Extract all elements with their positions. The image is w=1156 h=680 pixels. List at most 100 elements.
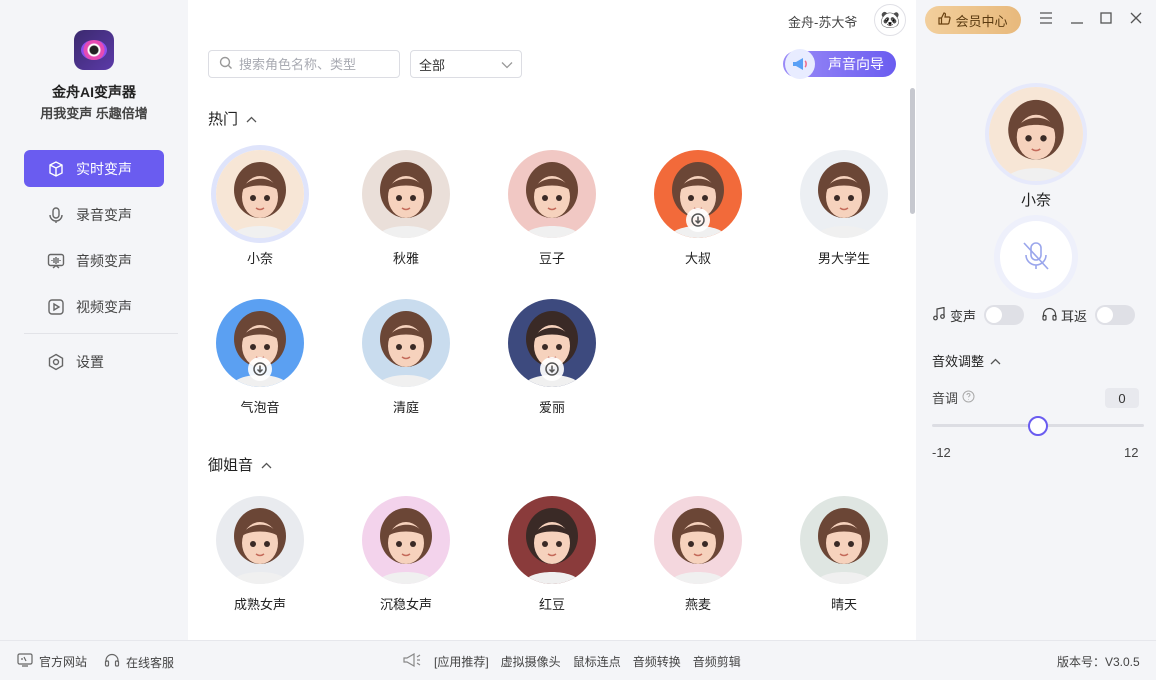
sidebar-item-record[interactable]: 录音变声 <box>24 196 164 233</box>
voice-avatar <box>508 150 596 238</box>
chevron-up-icon <box>261 456 272 473</box>
section-title: 御姐音 <box>208 457 254 474</box>
headset-icon <box>104 653 120 671</box>
scrollbar[interactable] <box>910 88 915 214</box>
voice-card[interactable]: 秋雅 <box>346 150 466 267</box>
voice-avatar <box>508 299 596 387</box>
voice-avatar <box>362 299 450 387</box>
voice-card[interactable]: 成熟女声 <box>200 496 320 613</box>
sidebar-divider <box>24 333 178 334</box>
voice-name: 清庭 <box>392 400 419 415</box>
sidebar: 金舟AI变声器 用我变声 乐趣倍增 实时变声 录音变声 音频变声 视频变声 设置 <box>0 0 188 640</box>
voice-avatar <box>216 299 304 387</box>
voice-card[interactable]: 沉稳女声 <box>346 496 466 613</box>
voice-card[interactable]: 大叔 <box>638 150 758 267</box>
sidebar-item-audio[interactable]: 音频变声 <box>24 242 164 279</box>
voice-name: 小奈 <box>246 251 273 266</box>
category-select[interactable]: 全部 <box>410 50 522 78</box>
voice-change-switch[interactable] <box>984 305 1025 325</box>
voice-name: 沉稳女声 <box>379 597 432 612</box>
voice-card[interactable]: 红豆 <box>492 496 612 613</box>
voice-name: 气泡音 <box>240 400 280 415</box>
voice-card[interactable]: 豆子 <box>492 150 612 267</box>
voice-guide-button[interactable]: 声音向导 <box>783 49 896 79</box>
voice-card[interactable]: 爱丽 <box>492 299 612 416</box>
voice-name: 燕麦 <box>684 597 711 612</box>
sidebar-item-video[interactable]: 视频变声 <box>24 288 164 325</box>
download-icon[interactable] <box>540 357 564 381</box>
panda-icon: 🐼 <box>880 12 900 29</box>
voice-avatar <box>216 150 304 238</box>
recommend-audio-converter[interactable]: 音频转换 <box>633 653 681 670</box>
music-note-icon <box>932 306 946 324</box>
voice-name: 男大学生 <box>817 251 870 266</box>
voice-name: 晴天 <box>830 597 857 612</box>
help-icon[interactable] <box>962 390 975 406</box>
voice-card[interactable]: 气泡音 <box>200 299 320 416</box>
current-voice-avatar <box>989 87 1083 181</box>
voice-card[interactable]: 燕麦 <box>638 496 758 613</box>
maximize-button[interactable] <box>1097 10 1115 28</box>
search-box[interactable] <box>208 50 400 78</box>
voice-name: 红豆 <box>538 597 565 612</box>
voice-card[interactable]: 男大学生 <box>784 150 904 267</box>
voice-name: 秋雅 <box>392 251 419 266</box>
headphones-icon <box>1042 307 1057 324</box>
voice-card[interactable]: 晴天 <box>784 496 904 613</box>
voice-avatar <box>654 496 742 584</box>
menu-button[interactable] <box>1037 10 1055 28</box>
recommend-audio-editor[interactable]: 音频剪辑 <box>693 653 741 670</box>
voice-avatar <box>508 496 596 584</box>
microphone-icon <box>46 205 66 225</box>
section-header-mature[interactable]: 御姐音 <box>208 454 272 475</box>
official-website-link[interactable]: 官方网站 <box>17 653 87 670</box>
footer: 官方网站 在线客服 [应用推荐] 虚拟摄像头 鼠标连点 音频转换 音频剪辑 版本… <box>0 640 1156 680</box>
recommend-virtual-camera[interactable]: 虚拟摄像头 <box>501 653 561 670</box>
close-icon <box>1130 12 1142 27</box>
online-support-link[interactable]: 在线客服 <box>104 653 174 671</box>
sidebar-item-realtime[interactable]: 实时变声 <box>24 150 164 187</box>
search-input[interactable] <box>239 56 389 72</box>
vip-center-label: 会员中心 <box>955 13 1008 29</box>
voice-card[interactable]: 小奈 <box>200 150 320 267</box>
voice-name: 大叔 <box>684 251 711 266</box>
download-icon[interactable] <box>686 208 710 232</box>
mic-muted-icon <box>1021 240 1051 275</box>
voice-avatar <box>362 496 450 584</box>
recommend-label: [应用推荐] <box>434 655 489 669</box>
section-title: 热门 <box>208 111 239 128</box>
pitch-value[interactable]: 0 <box>1105 388 1139 408</box>
sidebar-item-label: 音频变声 <box>76 252 132 269</box>
app-recommend: [应用推荐] 虚拟摄像头 鼠标连点 音频转换 音频剪辑 <box>402 652 741 670</box>
voice-name: 爱丽 <box>538 400 565 415</box>
recommend-auto-clicker[interactable]: 鼠标连点 <box>573 653 621 670</box>
pitch-slider-thumb[interactable] <box>1028 416 1048 436</box>
current-voice-name: 小奈 <box>1020 192 1051 209</box>
gear-icon <box>46 352 66 372</box>
sidebar-item-label: 视频变声 <box>76 298 132 315</box>
app-name: 金舟AI变声器 <box>52 84 136 100</box>
website-icon <box>17 653 33 670</box>
sidebar-item-label: 录音变声 <box>76 206 132 223</box>
user-avatar[interactable]: 🐼 <box>874 4 906 36</box>
mic-toggle-button[interactable] <box>1000 221 1072 293</box>
app-logo <box>74 30 114 70</box>
voice-card[interactable]: 清庭 <box>346 299 466 416</box>
maximize-icon <box>1100 11 1112 27</box>
sidebar-item-settings[interactable]: 设置 <box>24 343 164 380</box>
search-icon <box>219 56 233 73</box>
minimize-button[interactable] <box>1068 10 1086 28</box>
ear-return-switch[interactable] <box>1095 305 1136 325</box>
close-button[interactable] <box>1127 10 1145 28</box>
app-slogan: 用我变声 乐趣倍增 <box>40 106 148 121</box>
minimize-icon <box>1070 12 1084 27</box>
ear-return-toggle-row: 耳返 <box>1042 305 1136 325</box>
download-icon[interactable] <box>248 357 272 381</box>
chevron-up-icon <box>990 353 1001 368</box>
megaphone-icon <box>402 652 422 670</box>
voice-name: 豆子 <box>538 251 565 266</box>
fx-section-header[interactable]: 音效调整 <box>932 351 1001 370</box>
section-header-hot[interactable]: 热门 <box>208 108 257 129</box>
voice-avatar <box>800 150 888 238</box>
vip-center-button[interactable]: 会员中心 <box>925 6 1021 34</box>
